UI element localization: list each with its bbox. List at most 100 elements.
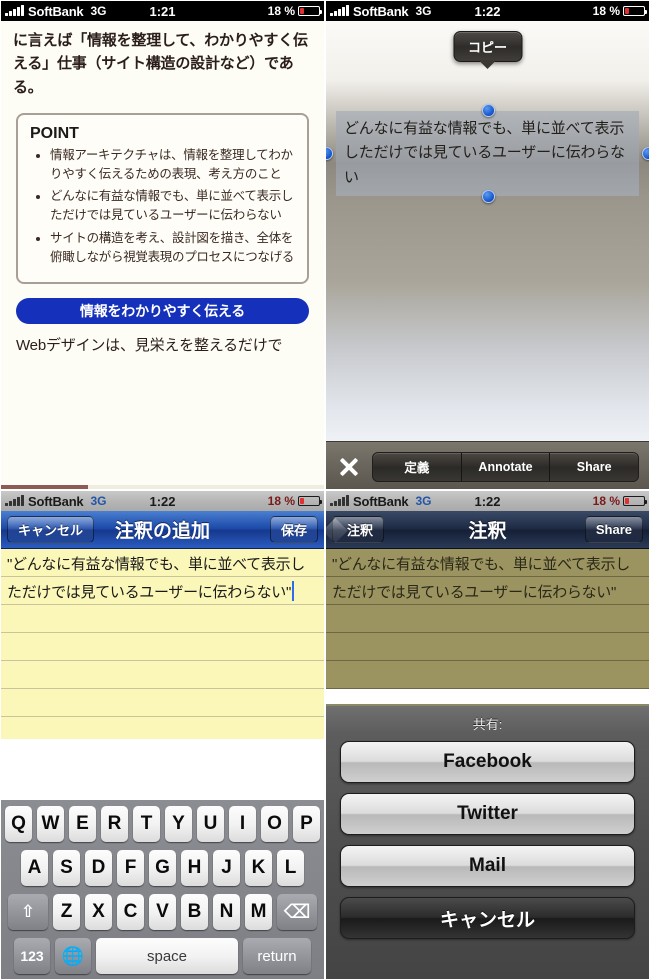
key-b[interactable]: B: [181, 894, 208, 930]
return-key[interactable]: return: [243, 938, 311, 974]
key-p[interactable]: P: [293, 806, 320, 842]
key-h[interactable]: H: [181, 850, 208, 886]
key-t[interactable]: T: [133, 806, 160, 842]
keyboard-row-2: A S D F G H J K L: [3, 850, 322, 886]
signal-bars-icon: [5, 5, 24, 16]
panel-reader: SoftBank 3G 1:21 18 % に言えば「情報を整理して、わかりやす…: [0, 0, 325, 490]
selection-toolbar: 定義 Annotate Share: [326, 441, 649, 489]
status-left: SoftBank 3G: [330, 494, 431, 509]
key-a[interactable]: A: [21, 850, 48, 886]
selection-handle-bottom[interactable]: [481, 189, 495, 203]
facebook-button[interactable]: Facebook: [340, 741, 635, 783]
selection-handle-top[interactable]: [481, 104, 495, 117]
key-x[interactable]: X: [85, 894, 112, 930]
selected-text: どんなに有益な情報でも、単に並べて表示しただけでは見ているユーザーに伝わらない: [344, 120, 625, 186]
back-button[interactable]: 注釈: [332, 516, 385, 543]
annotate-button[interactable]: Annotate: [462, 452, 551, 481]
mail-button[interactable]: Mail: [340, 845, 635, 887]
share-button[interactable]: Share: [550, 453, 638, 481]
note-text-value: "どんなに有益な情報でも、単に並べて表示しただけでは見ているユーザーに伝わらない…: [1, 549, 324, 607]
status-right: 18 %: [592, 4, 647, 18]
network-label: 3G: [90, 494, 107, 508]
battery-icon: [623, 6, 647, 16]
section-heading-banner: 情報をわかりやすく伝える: [16, 298, 309, 325]
key-c[interactable]: C: [117, 894, 144, 930]
key-j[interactable]: J: [213, 850, 240, 886]
key-d[interactable]: D: [85, 850, 112, 886]
status-right: 18 %: [267, 494, 322, 508]
key-o[interactable]: O: [261, 806, 288, 842]
key-m[interactable]: M: [245, 894, 272, 930]
key-e[interactable]: E: [69, 806, 96, 842]
save-button[interactable]: 保存: [269, 516, 318, 543]
note-textarea[interactable]: "どんなに有益な情報でも、単に並べて表示しただけでは見ているユーザーに伝わらない…: [1, 549, 324, 739]
key-k[interactable]: K: [245, 850, 272, 886]
reader-content[interactable]: に言えば「情報を整理して、わかりやすく伝える」仕事（サイト構造の設計など）である…: [1, 21, 324, 489]
twitter-button[interactable]: Twitter: [340, 793, 635, 835]
status-bar: SoftBank 3G 1:21 18 %: [1, 1, 324, 21]
status-bar: SoftBank 3G 1:22 18 %: [326, 491, 649, 511]
key-w[interactable]: W: [37, 806, 64, 842]
signal-bars-icon: [5, 495, 24, 506]
navigation-bar: 注釈 注釈 Share: [326, 511, 649, 549]
text-caret: [292, 581, 295, 601]
list-item: サイトの構造を考え、設計図を描き、全体を俯瞰しながら視覚表現のプロセスにつなげる: [50, 229, 295, 267]
point-box: POINT 情報アーキテクチャは、情報を整理してわかりやすく伝えるための表現、考…: [16, 112, 309, 285]
shift-key-icon[interactable]: ⇧: [8, 894, 48, 930]
back-button-label: 注釈: [347, 523, 374, 538]
selected-text-block[interactable]: どんなに有益な情報でも、単に並べて表示しただけでは見ているユーザーに伝わらない: [326, 104, 649, 203]
key-g[interactable]: G: [149, 850, 176, 886]
key-r[interactable]: R: [101, 806, 128, 842]
list-item: どんなに有益な情報でも、単に並べて表示しただけでは見ているユーザーに伝わらない: [50, 187, 295, 225]
carrier-label: SoftBank: [28, 3, 84, 19]
selection-page[interactable]: コピー どんなに有益な情報でも、単に並べて表示しただけでは見ているユーザーに伝わ…: [326, 21, 649, 441]
battery-percent-label: 18 %: [592, 4, 620, 18]
delete-key-icon[interactable]: ⌫: [277, 894, 317, 930]
key-n[interactable]: N: [213, 894, 240, 930]
reading-progress-bar[interactable]: [1, 485, 324, 489]
status-right: 18 %: [593, 494, 647, 508]
key-u[interactable]: U: [197, 806, 224, 842]
keyboard-row-3: ⇧ Z X C V B N M ⌫: [3, 894, 322, 930]
copy-callout-button[interactable]: コピー: [452, 31, 523, 62]
panel-annotation-editor: SoftBank 3G 1:22 18 % キャンセル 注釈の追加 保存 "どん…: [0, 490, 325, 980]
keyboard-row-4: 123 🌐 space return: [3, 938, 322, 974]
note-text-content: "どんなに有益な情報でも、単に並べて表示しただけでは見ているユーザーに伝わらない…: [7, 556, 305, 601]
close-icon[interactable]: [336, 454, 362, 480]
key-q[interactable]: Q: [5, 806, 32, 842]
key-l[interactable]: L: [277, 850, 304, 886]
carrier-label: SoftBank: [28, 493, 84, 509]
keyboard-row-1: Q W E R T Y U I O P: [3, 806, 322, 842]
status-left: SoftBank 3G: [5, 4, 106, 19]
key-i[interactable]: I: [229, 806, 256, 842]
carrier-label: SoftBank: [353, 3, 409, 19]
network-label: 3G: [415, 494, 432, 508]
globe-icon[interactable]: 🌐: [55, 938, 91, 974]
point-bullet-list: 情報アーキテクチャは、情報を整理してわかりやすく伝えるための表現、考え方のこと …: [30, 146, 295, 267]
battery-icon: [298, 6, 322, 16]
key-f[interactable]: F: [117, 850, 144, 886]
network-label: 3G: [90, 4, 107, 18]
network-label: 3G: [415, 4, 432, 18]
cancel-button[interactable]: キャンセル: [7, 516, 95, 543]
key-y[interactable]: Y: [165, 806, 192, 842]
cancel-button[interactable]: キャンセル: [340, 897, 635, 939]
note-display[interactable]: "どんなに有益な情報でも、単に並べて表示しただけでは見ているユーザーに伝わらない…: [326, 549, 649, 689]
key-v[interactable]: V: [149, 894, 176, 930]
battery-percent-label: 18 %: [267, 494, 295, 508]
status-bar: SoftBank 3G 1:22 18 %: [326, 1, 649, 21]
key-s[interactable]: S: [53, 850, 80, 886]
panel-share: SoftBank 3G 1:22 18 % 注釈 注釈 Share "どんなに有…: [325, 490, 650, 980]
share-sheet-title: 共有:: [472, 717, 503, 732]
define-button[interactable]: 定義: [373, 452, 462, 481]
signal-bars-icon: [330, 495, 349, 506]
status-bar: SoftBank 3G 1:22 18 %: [1, 491, 324, 511]
panel-selection: SoftBank 3G 1:22 18 % コピー どんなに有益な情報でも、単に…: [325, 0, 650, 490]
status-left: SoftBank 3G: [330, 4, 431, 19]
selection-handle-left[interactable]: [326, 147, 333, 161]
numbers-key[interactable]: 123: [14, 938, 50, 974]
key-z[interactable]: Z: [53, 894, 80, 930]
space-key[interactable]: space: [96, 938, 238, 974]
selection-handle-right[interactable]: [642, 147, 649, 161]
share-button[interactable]: Share: [584, 516, 643, 543]
